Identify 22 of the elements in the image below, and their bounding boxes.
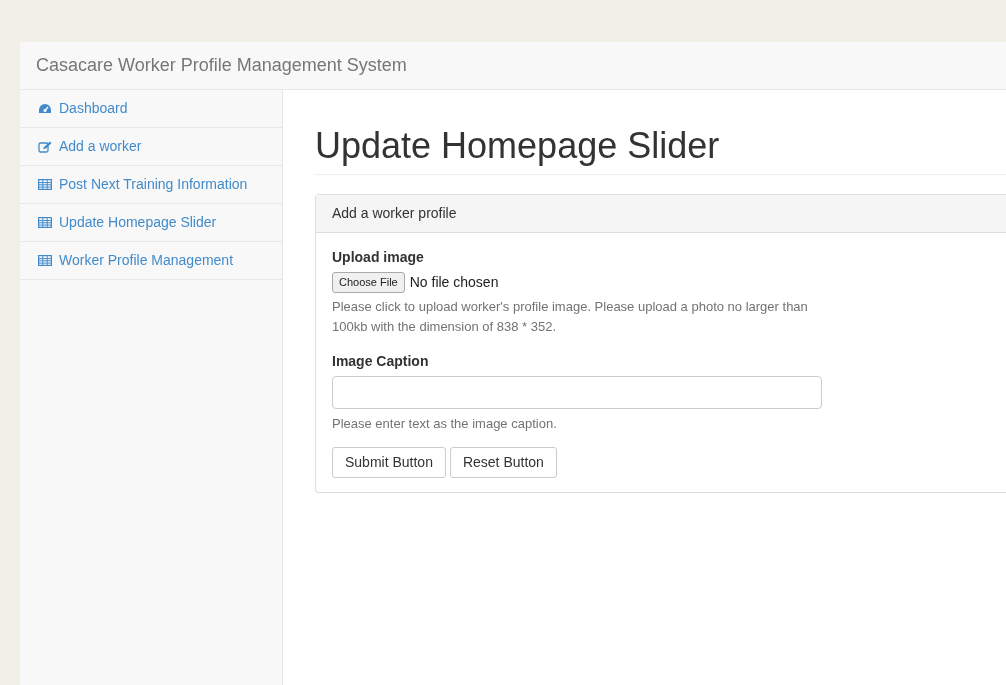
field-label: Upload image	[332, 248, 425, 267]
sidebar-item[interactable]: Dashboard	[20, 90, 282, 128]
field-label: Image Caption	[332, 352, 430, 371]
file-status: No file chosen	[409, 273, 499, 292]
dashboard-icon	[38, 102, 52, 115]
table-icon	[38, 255, 52, 266]
choose-file-button[interactable]: Choose File	[332, 272, 405, 293]
brand-title[interactable]: Casacare Worker Profile Management System	[36, 52, 407, 79]
panel-heading: Add a worker profile	[316, 195, 1006, 233]
table-icon	[38, 179, 52, 190]
caption-input[interactable]	[332, 376, 822, 409]
help-text: Please enter text as the image caption.	[332, 415, 558, 433]
help-text: Please click to upload worker's profile image. Please upload a photo no larger than 100kb with the dimension of 838 * 352.	[332, 298, 809, 336]
sidebar-item[interactable]: Add a worker	[20, 128, 282, 166]
sidebar-item[interactable]: Worker Profile Management	[20, 242, 282, 280]
sidebar-item[interactable]: Post Next Training Information	[20, 166, 282, 204]
edit-icon	[38, 140, 52, 153]
form-button[interactable]: Reset Button	[449, 446, 557, 478]
table-icon	[38, 217, 52, 228]
form-button[interactable]: Submit Button	[332, 446, 446, 478]
sidebar-item[interactable]: Update Homepage Slider	[20, 204, 282, 242]
page-title: Update Homepage Slider	[315, 126, 1006, 175]
